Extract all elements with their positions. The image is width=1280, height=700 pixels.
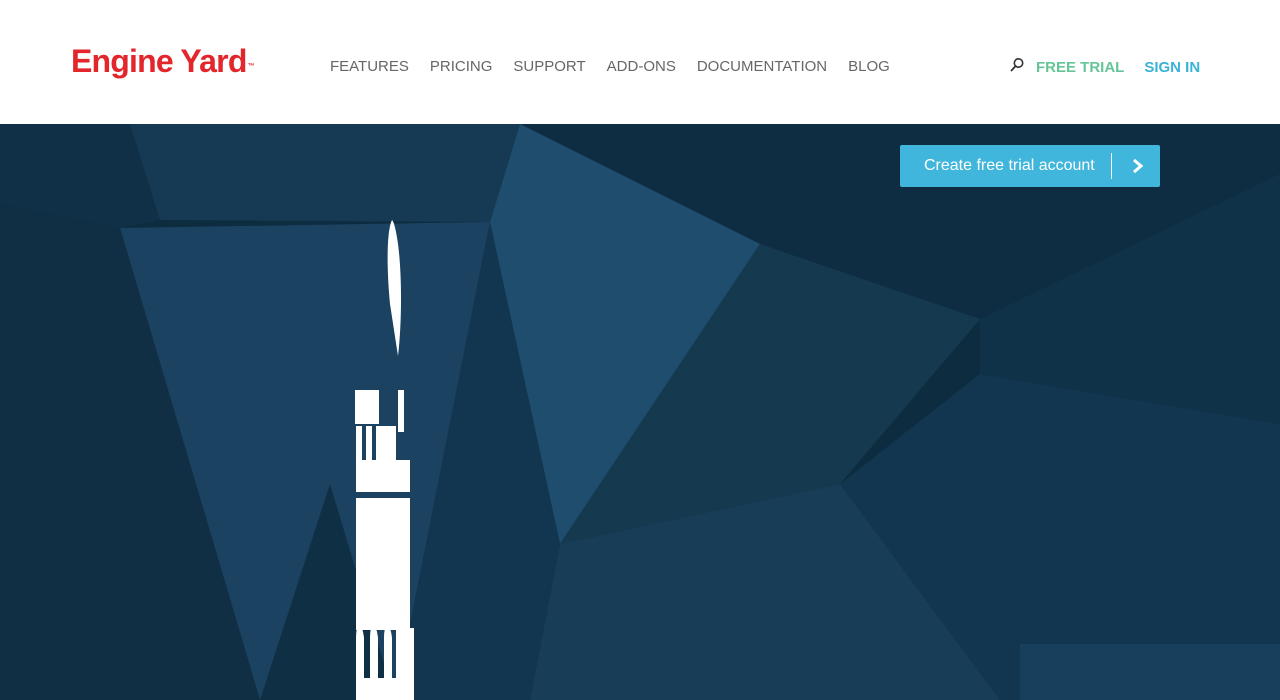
logo-text: Engine Yard (71, 43, 247, 79)
nav-item-pricing[interactable]: PRICING (430, 58, 493, 76)
nav-item-features[interactable]: FEATURES (330, 58, 409, 76)
nav-item-add-ons[interactable]: ADD-ONS (607, 58, 676, 76)
chevron-right-icon (1131, 158, 1145, 174)
sign-in-link[interactable]: SIGN IN (1144, 59, 1200, 76)
nav-item-blog[interactable]: BLOG (848, 58, 890, 76)
hero-section: Create free trial account (0, 124, 1280, 700)
cta-divider (1111, 153, 1112, 179)
search-icon[interactable] (1008, 56, 1026, 74)
cta-label: Create free trial account (924, 157, 1095, 174)
main-nav: FEATURES PRICING SUPPORT ADD-ONS DOCUMEN… (330, 58, 890, 76)
nav-item-documentation[interactable]: DOCUMENTATION (697, 58, 827, 76)
logo-trademark: ™ (247, 63, 255, 70)
engine-yard-logo[interactable]: Engine Yard™ (71, 39, 255, 83)
header-actions: FREE TRIAL SIGN IN (1008, 56, 1200, 78)
create-free-trial-button[interactable]: Create free trial account (900, 145, 1160, 187)
nav-item-support[interactable]: SUPPORT (513, 58, 585, 76)
site-header: Engine Yard™ FEATURES PRICING SUPPORT AD… (0, 0, 1280, 124)
hero-background (0, 124, 1280, 700)
free-trial-link[interactable]: FREE TRIAL (1036, 59, 1124, 76)
